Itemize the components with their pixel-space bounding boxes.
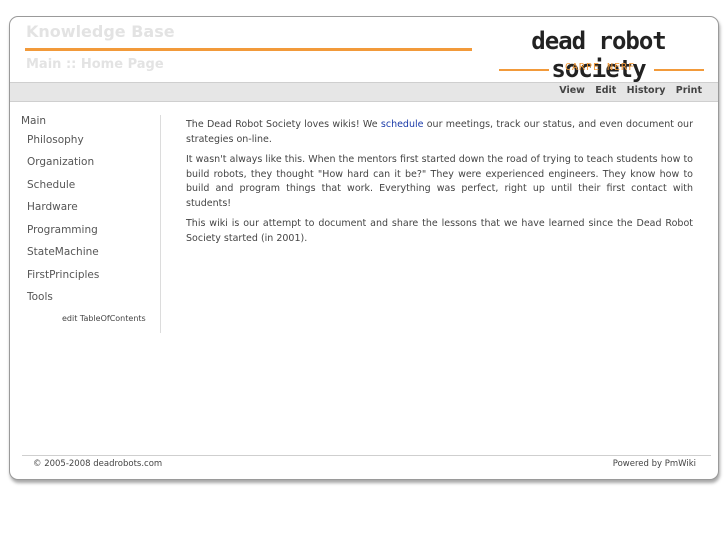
sidebar-heading[interactable]: Main bbox=[21, 115, 46, 127]
main-content: The Dead Robot Society loves wikis! We s… bbox=[186, 118, 693, 252]
motto-row: CARPE NERF bbox=[496, 62, 706, 75]
sidebar-item-firstprinciples[interactable]: FirstPrinciples bbox=[27, 269, 99, 281]
powered-by-link[interactable]: Powered by PmWiki bbox=[613, 459, 696, 469]
action-edit[interactable]: Edit bbox=[595, 85, 616, 96]
sidebar-item-hardware[interactable]: Hardware bbox=[27, 201, 78, 213]
logo[interactable]: dead robot society CARPE NERF bbox=[491, 27, 706, 83]
motto-text: CARPE NERF bbox=[564, 62, 636, 73]
sidebar-item-tools[interactable]: Tools bbox=[27, 291, 53, 303]
edit-toc-link[interactable]: edit TableOfContents bbox=[62, 314, 146, 323]
paragraph-1: The Dead Robot Society loves wikis! We s… bbox=[186, 118, 693, 147]
action-print[interactable]: Print bbox=[676, 85, 702, 96]
action-view[interactable]: View bbox=[559, 85, 585, 96]
sidebar: Main Philosophy Organization Schedule Ha… bbox=[10, 115, 161, 333]
copyright: © 2005-2008 deadrobots.com bbox=[33, 459, 163, 469]
paragraph-2: It wasn't always like this. When the men… bbox=[186, 154, 693, 209]
motto-line-right bbox=[654, 69, 704, 71]
sidebar-item-statemachine[interactable]: StateMachine bbox=[27, 246, 99, 258]
page-title: Main :: Home Page bbox=[26, 57, 164, 72]
action-bar: View Edit History Print bbox=[10, 82, 718, 102]
sidebar-item-philosophy[interactable]: Philosophy bbox=[27, 134, 84, 146]
motto-line-left bbox=[499, 69, 549, 71]
page-actions: View Edit History Print bbox=[552, 85, 702, 96]
page-frame: Knowledge Base Main :: Home Page dead ro… bbox=[9, 16, 719, 480]
sidebar-item-organization[interactable]: Organization bbox=[27, 156, 94, 168]
sidebar-item-schedule[interactable]: Schedule bbox=[27, 179, 75, 191]
paragraph-1-start: The Dead Robot Society loves wikis! We bbox=[186, 119, 381, 130]
header-divider bbox=[25, 48, 472, 51]
site-title[interactable]: Knowledge Base bbox=[26, 22, 175, 41]
paragraph-3: This wiki is our attempt to document and… bbox=[186, 218, 693, 244]
action-history[interactable]: History bbox=[627, 85, 666, 96]
schedule-link[interactable]: schedule bbox=[381, 119, 424, 130]
sidebar-item-programming[interactable]: Programming bbox=[27, 224, 98, 236]
footer-divider bbox=[22, 455, 711, 456]
